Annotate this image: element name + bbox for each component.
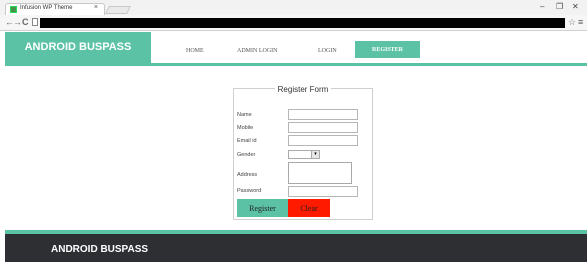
form-title: Register Form xyxy=(233,85,373,94)
address-bar[interactable] xyxy=(40,18,565,28)
nav-admin-login[interactable]: ADMIN LOGIN xyxy=(237,48,278,54)
bookmark-star-icon[interactable]: ☆ xyxy=(568,17,576,28)
nav-register[interactable]: REGISTER xyxy=(355,41,420,58)
nav-register-label: REGISTER xyxy=(371,47,403,53)
address-label: Address xyxy=(237,172,258,178)
chevron-down-icon: ▾ xyxy=(311,151,319,158)
close-window-icon[interactable]: ✕ xyxy=(572,2,579,11)
form-title-text: Register Form xyxy=(274,85,332,94)
nav-home[interactable]: HOME xyxy=(186,48,204,54)
logo[interactable]: ANDROID BUSPASS xyxy=(5,32,151,63)
password-label: Password xyxy=(237,188,262,194)
name-label: Name xyxy=(237,112,252,118)
mobile-label: Mobile xyxy=(237,125,254,131)
gender-label: Gender xyxy=(237,152,256,158)
register-button[interactable]: Register xyxy=(237,199,288,217)
forward-icon[interactable]: → xyxy=(13,17,22,27)
reload-icon[interactable]: C xyxy=(22,17,29,27)
address-textarea[interactable] xyxy=(288,162,352,184)
favicon-icon xyxy=(10,6,17,13)
clear-button[interactable]: Clear xyxy=(288,199,330,217)
nav-login[interactable]: LOGIN xyxy=(318,48,337,54)
maximize-icon[interactable]: ❐ xyxy=(556,2,563,11)
tab-title: Infusion WP Theme xyxy=(20,5,73,11)
minimize-icon[interactable]: – xyxy=(540,2,544,11)
footer: ANDROID BUSPASS xyxy=(5,234,587,262)
email-label: Email id xyxy=(237,138,257,144)
new-tab-button[interactable] xyxy=(105,6,131,14)
password-input[interactable] xyxy=(288,186,358,197)
logo-text: ANDROID BUSPASS xyxy=(24,41,132,53)
email-input[interactable] xyxy=(288,135,358,146)
browser-toolbar: ← → C ☆ ≡ xyxy=(0,15,587,31)
name-input[interactable] xyxy=(288,109,358,120)
tab-close-icon[interactable]: × xyxy=(94,4,98,11)
browser-tab-bar: Infusion WP Theme × – ❐ ✕ xyxy=(0,0,587,15)
menu-icon[interactable]: ≡ xyxy=(578,17,583,27)
header-divider xyxy=(5,63,587,66)
page-icon xyxy=(32,18,38,26)
mobile-input[interactable] xyxy=(288,122,358,133)
footer-text: ANDROID BUSPASS xyxy=(51,244,149,255)
gender-select[interactable]: ▾ xyxy=(288,150,320,159)
browser-tab[interactable]: Infusion WP Theme × xyxy=(5,3,105,15)
